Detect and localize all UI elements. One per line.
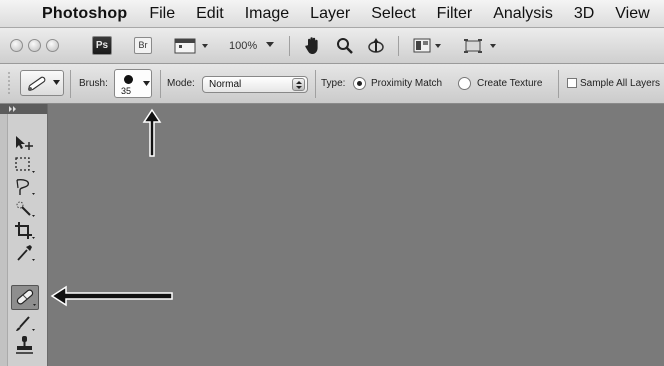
create-texture-label[interactable]: Create Texture xyxy=(477,78,542,89)
updown-arrows-icon xyxy=(296,81,302,89)
spot-healing-brush-icon xyxy=(28,76,46,91)
menu-view[interactable]: View xyxy=(615,5,649,23)
brush-tool[interactable] xyxy=(12,312,38,334)
marquee-tool[interactable] xyxy=(12,154,38,176)
eyedropper-icon xyxy=(17,245,35,261)
crop-icon xyxy=(15,222,35,239)
brush-icon xyxy=(16,316,35,331)
collapse-panel-icon[interactable] xyxy=(9,106,17,112)
menu-edit[interactable]: Edit xyxy=(196,5,224,23)
view-extras-dropdown[interactable] xyxy=(174,38,212,54)
app-name-menu[interactable]: Photoshop xyxy=(42,5,127,23)
lasso-tool[interactable] xyxy=(12,176,38,198)
lasso-icon xyxy=(16,179,35,195)
menu-3d[interactable]: 3D xyxy=(574,5,594,23)
zoom-window-button[interactable] xyxy=(46,39,59,52)
brush-size-value: 35 xyxy=(121,86,132,96)
arrow-up-annotation-icon xyxy=(142,108,162,157)
mode-label: Mode: xyxy=(167,78,195,89)
tool-preset-picker[interactable] xyxy=(20,70,64,96)
brush-label: Brush: xyxy=(79,78,108,89)
menu-image[interactable]: Image xyxy=(245,5,289,23)
clone-stamp-icon xyxy=(16,336,33,354)
move-tool[interactable] xyxy=(12,132,38,154)
menu-select[interactable]: Select xyxy=(371,5,415,23)
photoshop-app-button[interactable]: Ps xyxy=(92,36,112,55)
quick-selection-tool[interactable] xyxy=(12,198,38,220)
spot-healing-brush-tool[interactable] xyxy=(11,285,39,310)
tool-options-bar: Brush: 35 Mode: Normal Type: Proximity M… xyxy=(0,64,664,104)
brush-picker-button[interactable]: 35 xyxy=(114,69,152,98)
bridge-launch-button[interactable]: Br xyxy=(134,37,152,54)
menu-bar: Photoshop File Edit Image Layer Select F… xyxy=(0,0,664,28)
zoom-dropdown-arrow-icon[interactable] xyxy=(266,42,274,48)
brush-tip-preview xyxy=(124,75,133,84)
sample-all-layers-checkbox[interactable] xyxy=(567,78,577,88)
hand-tool-icon[interactable] xyxy=(304,36,322,56)
arrow-left-annotation-icon xyxy=(50,285,173,307)
tool-preset-arrow-icon xyxy=(53,80,60,85)
clone-stamp-tool[interactable] xyxy=(12,334,38,356)
rotate-view-tool-icon[interactable] xyxy=(366,36,386,56)
sample-all-layers-label[interactable]: Sample All Layers xyxy=(580,78,660,89)
menu-layer[interactable]: Layer xyxy=(310,5,350,23)
close-window-button[interactable] xyxy=(10,39,23,52)
brush-picker-arrow-icon xyxy=(143,81,150,86)
options-bar-grip-icon[interactable] xyxy=(6,70,12,98)
eyedropper-tool[interactable] xyxy=(12,242,38,264)
radio-selected-dot xyxy=(357,81,362,86)
move-tool-icon xyxy=(16,136,33,150)
menu-file[interactable]: File xyxy=(149,5,175,23)
proximity-match-label[interactable]: Proximity Match xyxy=(371,78,442,89)
mode-select-value: Normal xyxy=(209,79,242,90)
quick-selection-icon xyxy=(16,201,35,217)
mode-select[interactable]: Normal xyxy=(202,76,308,93)
mode-select-stepper xyxy=(292,78,305,91)
tools-panel-grip[interactable] xyxy=(0,114,8,366)
screen-mode-dropdown[interactable] xyxy=(463,38,499,54)
tools-panel xyxy=(0,104,48,366)
zoom-tool-icon[interactable] xyxy=(336,37,354,55)
zoom-level[interactable]: 100% xyxy=(229,40,257,52)
menu-filter[interactable]: Filter xyxy=(437,5,473,23)
proximity-match-radio[interactable] xyxy=(353,77,366,90)
minimize-window-button[interactable] xyxy=(28,39,41,52)
application-bar: Ps Br 100% xyxy=(0,28,664,64)
create-texture-radio[interactable] xyxy=(458,77,471,90)
menu-analysis[interactable]: Analysis xyxy=(493,5,553,23)
tools-panel-header[interactable] xyxy=(0,104,47,114)
rectangular-marquee-icon xyxy=(15,157,35,173)
spot-healing-brush-tool-icon xyxy=(16,289,36,306)
type-label: Type: xyxy=(321,78,346,89)
crop-tool[interactable] xyxy=(12,220,38,242)
arrange-documents-dropdown[interactable] xyxy=(413,38,443,54)
